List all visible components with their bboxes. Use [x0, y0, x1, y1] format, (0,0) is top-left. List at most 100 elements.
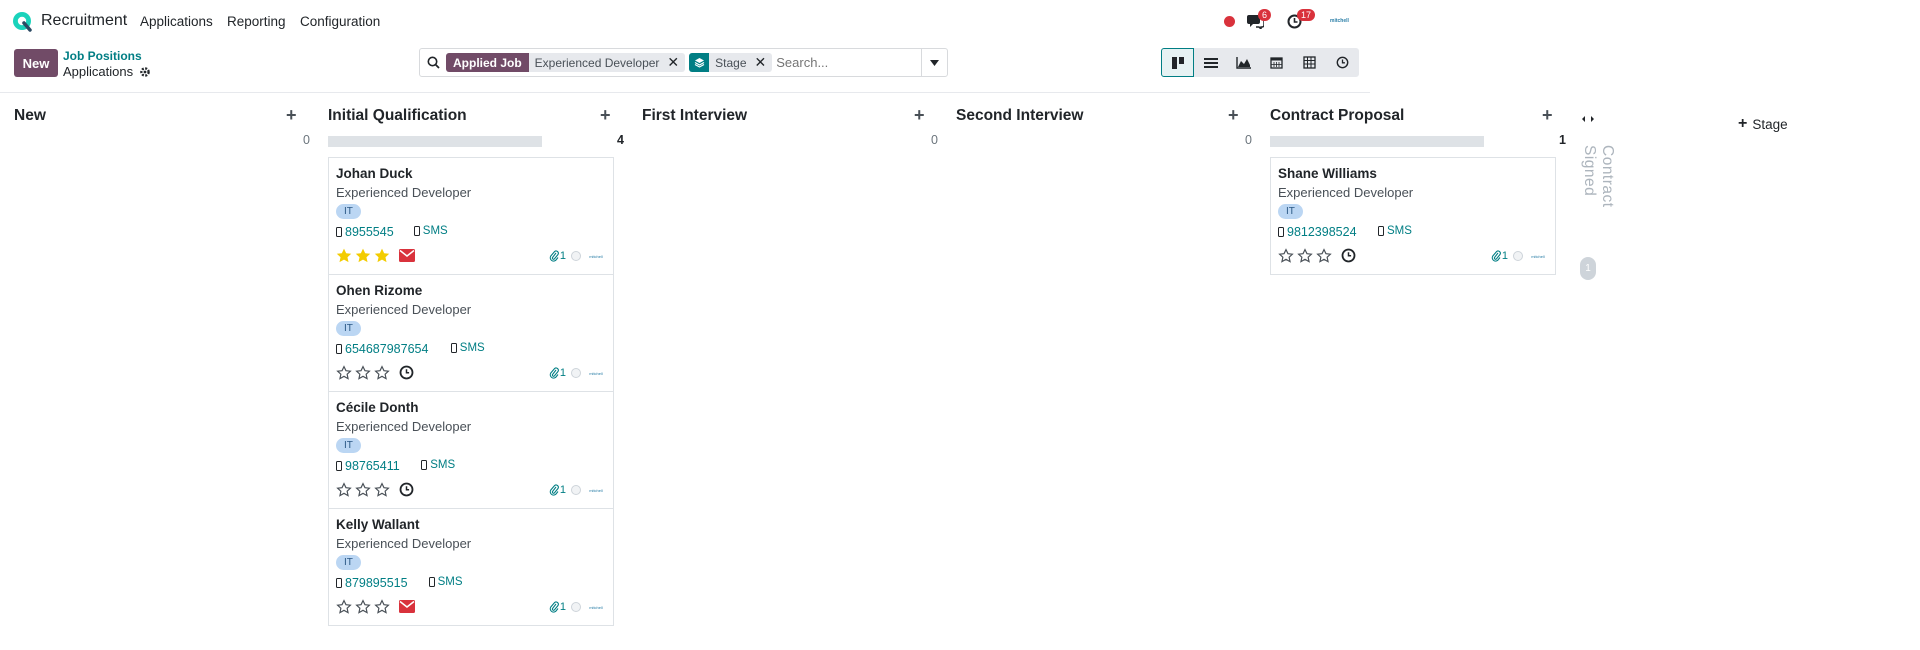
graph-view-button[interactable]	[1227, 48, 1260, 77]
envelope-icon[interactable]	[399, 600, 415, 613]
attachments-count[interactable]: 1	[549, 367, 566, 379]
sms-button[interactable]: SMS	[421, 459, 455, 471]
column-quick-create-icon[interactable]: +	[1542, 106, 1553, 124]
sms-button[interactable]: SMS	[428, 576, 463, 588]
search-options-toggle[interactable]	[921, 49, 947, 76]
column-title[interactable]: Contract Proposal	[1270, 107, 1404, 125]
star-empty-icon[interactable]	[1278, 248, 1294, 263]
recruitment-app-icon[interactable]	[12, 11, 33, 32]
facet-remove-icon[interactable]: ✕	[755, 54, 767, 71]
sms-label: SMS	[459, 342, 485, 354]
app-name[interactable]: Recruitment	[41, 12, 127, 30]
user-avatar[interactable]: mitchell	[586, 485, 606, 495]
list-view-button[interactable]	[1194, 48, 1227, 77]
phone-link[interactable]: 8955545	[336, 225, 394, 239]
search-icon[interactable]	[420, 49, 446, 76]
user-avatar[interactable]: mitchell	[586, 368, 606, 378]
recording-indicator[interactable]	[1224, 11, 1235, 31]
kanban-state-icon[interactable]	[571, 368, 581, 378]
star-empty-icon[interactable]	[355, 599, 371, 614]
view-switcher	[1161, 48, 1359, 77]
pivot-view-button[interactable]	[1293, 48, 1326, 77]
column-quick-create-icon[interactable]: +	[600, 106, 611, 124]
kanban-state-icon[interactable]	[571, 485, 581, 495]
star-empty-icon[interactable]	[355, 482, 371, 497]
clock-icon[interactable]	[399, 482, 414, 497]
envelope-icon[interactable]	[399, 249, 415, 262]
sms-button[interactable]: SMS	[1378, 225, 1412, 237]
applicant-card[interactable]: Johan Duck Experienced Developer IT 8955545…	[328, 157, 614, 275]
phone-link[interactable]: 654687987654	[336, 342, 428, 356]
clock-icon[interactable]	[399, 365, 414, 380]
column-quick-create-icon[interactable]: +	[914, 106, 925, 124]
phone-link[interactable]: 9812398524	[1278, 225, 1357, 239]
calendar-view-button[interactable]	[1260, 48, 1293, 77]
star-empty-icon[interactable]	[1316, 248, 1332, 263]
applicant-job: Experienced Developer	[1278, 185, 1414, 200]
mobile-phone-icon	[336, 461, 342, 471]
column-title[interactable]: Initial Qualification	[328, 107, 467, 125]
user-avatar[interactable]: mitchell	[586, 602, 606, 612]
user-avatar[interactable]: mitchell	[586, 251, 606, 261]
column-title[interactable]: New	[14, 107, 46, 125]
sms-button[interactable]: SMS	[413, 225, 448, 237]
attachments-count[interactable]: 1	[549, 601, 566, 613]
paperclip-icon	[549, 601, 559, 613]
kanban-view-button[interactable]	[1161, 48, 1194, 77]
star-empty-icon[interactable]	[355, 365, 371, 380]
column-progress-bar[interactable]	[328, 136, 542, 147]
star-empty-icon[interactable]	[374, 365, 390, 380]
clock-icon[interactable]	[1341, 248, 1356, 263]
messages-button[interactable]: 6	[1247, 9, 1272, 31]
search-input[interactable]	[776, 52, 927, 73]
column-title[interactable]: First Interview	[642, 107, 747, 125]
new-button[interactable]: New	[14, 49, 58, 77]
star-filled-icon[interactable]	[355, 248, 371, 263]
applicant-card[interactable]: Kelly Wallant Experienced Developer IT 8798…	[328, 508, 614, 626]
attachments-count[interactable]: 1	[549, 484, 566, 496]
star-empty-icon[interactable]	[336, 365, 352, 380]
column-quick-create-icon[interactable]: +	[1228, 106, 1239, 124]
phone-number: 879895515	[345, 576, 408, 590]
breadcrumb-job-positions[interactable]: Job Positions	[63, 49, 142, 63]
sms-button[interactable]: SMS	[450, 342, 485, 354]
star-empty-icon[interactable]	[1297, 248, 1313, 263]
star-empty-icon[interactable]	[336, 482, 352, 497]
user-avatar[interactable]: mitchell	[1528, 251, 1548, 261]
menu-configuration[interactable]: Configuration	[300, 14, 380, 29]
mobile-phone-icon	[428, 577, 435, 587]
phone-number: 8955545	[345, 225, 394, 239]
expand-arrows-icon[interactable]	[1582, 115, 1594, 123]
attachments-count[interactable]: 1	[1491, 250, 1508, 262]
applicant-card[interactable]: Ohen Rizome Experienced Developer IT 654687…	[328, 274, 614, 392]
column-progress-bar[interactable]	[1270, 136, 1484, 147]
user-avatar[interactable]: mitchell	[1330, 11, 1349, 31]
phone-link[interactable]: 98765411	[336, 459, 400, 473]
gear-icon[interactable]	[139, 66, 151, 78]
add-stage-button[interactable]: + Stage	[1738, 115, 1788, 133]
add-stage-label: Stage	[1752, 116, 1788, 132]
star-empty-icon[interactable]	[336, 599, 352, 614]
activity-view-button[interactable]	[1326, 48, 1359, 77]
applicant-card[interactable]: Shane Williams Experienced Developer IT 981…	[1270, 157, 1556, 275]
facet-remove-icon[interactable]: ✕	[667, 54, 679, 71]
kanban-state-icon[interactable]	[571, 602, 581, 612]
menu-applications[interactable]: Applications	[140, 14, 213, 29]
column-quick-create-icon[interactable]: +	[286, 106, 297, 124]
column-title[interactable]: Second Interview	[956, 107, 1083, 125]
attachments-count[interactable]: 1	[549, 250, 566, 262]
applicant-job: Experienced Developer	[336, 302, 472, 317]
paperclip-icon	[1491, 250, 1501, 262]
menu-reporting[interactable]: Reporting	[227, 14, 286, 29]
kanban-state-icon[interactable]	[571, 251, 581, 261]
star-filled-icon[interactable]	[374, 248, 390, 263]
mobile-phone-icon	[1278, 227, 1284, 237]
phone-link[interactable]: 879895515	[336, 576, 408, 590]
applicant-card[interactable]: Cécile Donth Experienced Developer IT 98765…	[328, 391, 614, 509]
activities-button[interactable]: 17	[1287, 9, 1317, 31]
star-empty-icon[interactable]	[374, 599, 390, 614]
attachment-number: 1	[559, 367, 566, 379]
star-filled-icon[interactable]	[336, 248, 352, 263]
kanban-state-icon[interactable]	[1513, 251, 1523, 261]
star-empty-icon[interactable]	[374, 482, 390, 497]
